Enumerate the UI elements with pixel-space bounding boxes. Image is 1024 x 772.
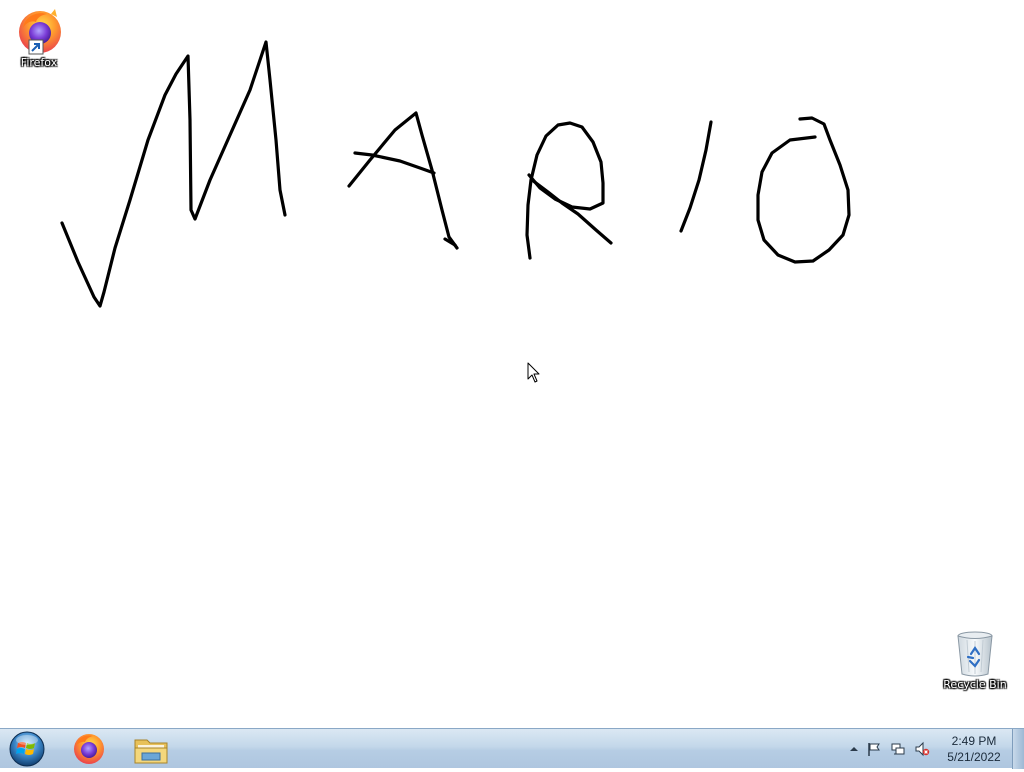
taskbar: 2:49 PM 5/21/2022 — [0, 728, 1024, 769]
desktop[interactable]: Firefox Recycle Bin — [0, 0, 1024, 728]
letter-i-stroke — [679, 120, 713, 233]
letter-r-leg — [530, 178, 613, 245]
action-center-flag-icon[interactable] — [866, 741, 882, 757]
recycle-bin-icon — [957, 631, 993, 677]
clock-time: 2:49 PM — [951, 734, 997, 748]
firefox-icon — [19, 9, 61, 55]
letter-a-stroke — [347, 111, 459, 250]
show-hidden-icons-arrow[interactable] — [846, 741, 862, 757]
taskbar-clock[interactable]: 2:49 PM 5/21/2022 — [938, 733, 1010, 765]
clock-date: 5/21/2022 — [947, 750, 1001, 764]
firefox-icon — [74, 734, 104, 764]
start-button[interactable] — [4, 730, 50, 768]
mouse-pointer-icon — [527, 362, 540, 383]
show-desktop-button[interactable] — [1012, 729, 1024, 769]
desktop-icon-label: Recycle Bin — [943, 678, 1007, 691]
letter-o-stroke — [756, 116, 851, 264]
windows-start-icon — [9, 731, 45, 767]
desktop-icon-firefox[interactable]: Firefox — [1, 8, 77, 69]
folder-icon — [134, 739, 168, 764]
taskbar-explorer-button[interactable] — [122, 731, 180, 767]
volume-muted-icon[interactable] — [914, 741, 930, 757]
letter-r-stem — [525, 121, 605, 260]
network-icon[interactable] — [890, 741, 906, 757]
letter-m-stroke — [60, 40, 287, 308]
taskbar-firefox-button[interactable] — [60, 731, 118, 767]
hand-drawn-text-mario — [60, 40, 851, 308]
desktop-icon-recycle-bin[interactable]: Recycle Bin — [937, 630, 1013, 691]
desktop-icon-label: Firefox — [20, 56, 58, 69]
